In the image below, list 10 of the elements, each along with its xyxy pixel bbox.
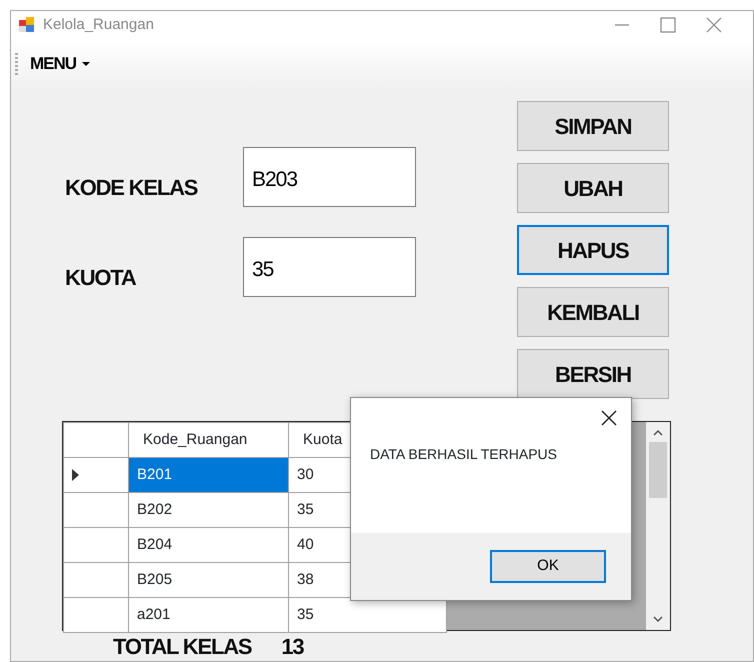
field-label: KODE KELAS	[65, 174, 198, 202]
table-cell: B205	[128, 562, 288, 598]
window-title: Kelola_Ruangan	[43, 14, 154, 35]
total-label: TOTAL KELAS	[113, 635, 252, 660]
table-cell: B202	[128, 492, 288, 528]
table-cell: B204	[128, 528, 288, 562]
table-cell: B201	[128, 458, 288, 492]
field-label: KUOTA	[65, 264, 138, 292]
total-value: 13	[281, 635, 304, 660]
table-cell: a201	[128, 598, 288, 632]
